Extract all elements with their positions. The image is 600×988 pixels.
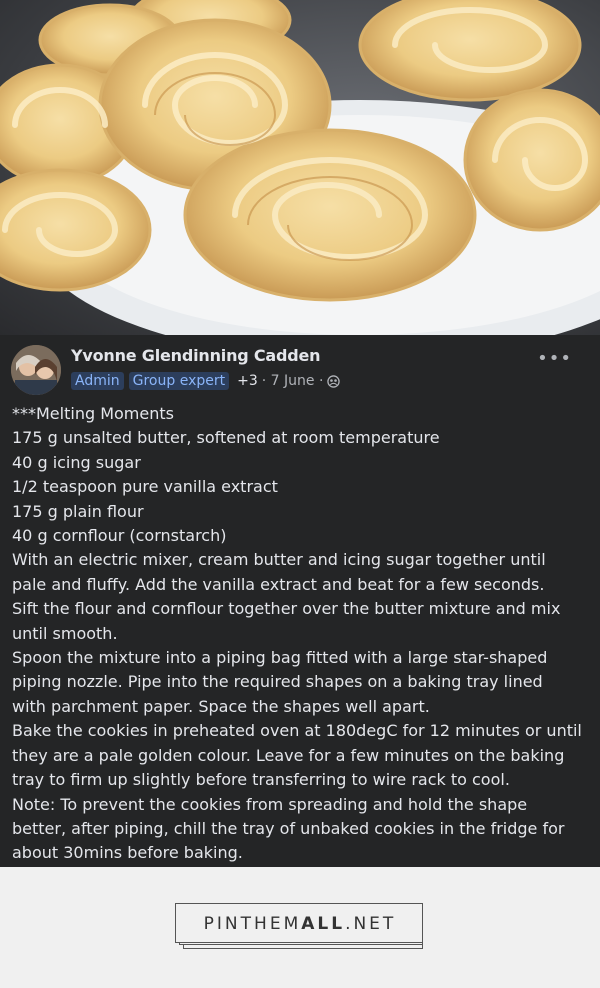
post-date[interactable]: · 7 June ·: [262, 373, 324, 389]
pinthemall-logo[interactable]: PINTHEM ALL .NET: [175, 903, 425, 953]
badge-admin[interactable]: Admin: [71, 372, 124, 390]
post-line: 1/2 teaspoon pure vanilla extract: [12, 477, 278, 497]
post-card: Yvonne Glendinning Cadden Admin Group ex…: [0, 335, 600, 867]
post-line: Spoon the mixture into a piping bag fitt…: [12, 648, 548, 668]
post-line: 175 g unsalted butter, softened at room …: [12, 428, 440, 448]
post-line: with parchment paper. Space the shapes w…: [12, 696, 430, 716]
badge-group-expert[interactable]: Group expert: [128, 372, 230, 390]
post-line: until smooth.: [12, 623, 118, 643]
post-line: about 30mins before baking.: [12, 843, 243, 863]
author-name[interactable]: Yvonne Glendinning Cadden: [71, 346, 321, 365]
post-line: tray to firm up slightly before transfer…: [12, 770, 510, 790]
post-line: ***Melting Moments: [12, 404, 174, 423]
post-line: piping nozzle. Pipe into the required sh…: [12, 672, 543, 692]
post-meta: Admin Group expert +3 · 7 June ·: [71, 370, 341, 392]
watermark-text: PINTHEM ALL .NET: [175, 903, 425, 945]
watermark-part1: PINTHEM: [203, 914, 302, 934]
post-line: they are a pale golden colour. Leave for…: [12, 745, 565, 765]
author-avatar[interactable]: [11, 345, 61, 395]
post-line: Note: To prevent the cookies from spread…: [12, 794, 528, 814]
extra-badges-count[interactable]: +3: [237, 373, 258, 389]
post-line: With an electric mixer, cream butter and…: [12, 550, 546, 570]
post-line: 40 g cornflour (cornstarch): [12, 526, 227, 546]
post-line: Bake the cookies in preheated oven at 18…: [12, 721, 582, 741]
watermark-part3: .NET: [345, 914, 397, 934]
post-line: 40 g icing sugar: [12, 452, 141, 472]
cookies-image: [0, 0, 600, 335]
post-body: ***Melting Moments 175 g unsalted butter…: [12, 402, 592, 866]
watermark-part2: ALL: [301, 914, 346, 934]
more-options-icon[interactable]: •••: [537, 350, 572, 368]
post-line: Sift the flour and cornflour together ov…: [12, 599, 561, 619]
post-line: 175 g plain flour: [12, 501, 144, 521]
group-globe-icon: [327, 374, 341, 388]
post-line: better, after piping, chill the tray of …: [12, 818, 565, 838]
post-line: pale and fluffy. Add the vanilla extract…: [12, 574, 545, 594]
post-photo[interactable]: [0, 0, 600, 335]
